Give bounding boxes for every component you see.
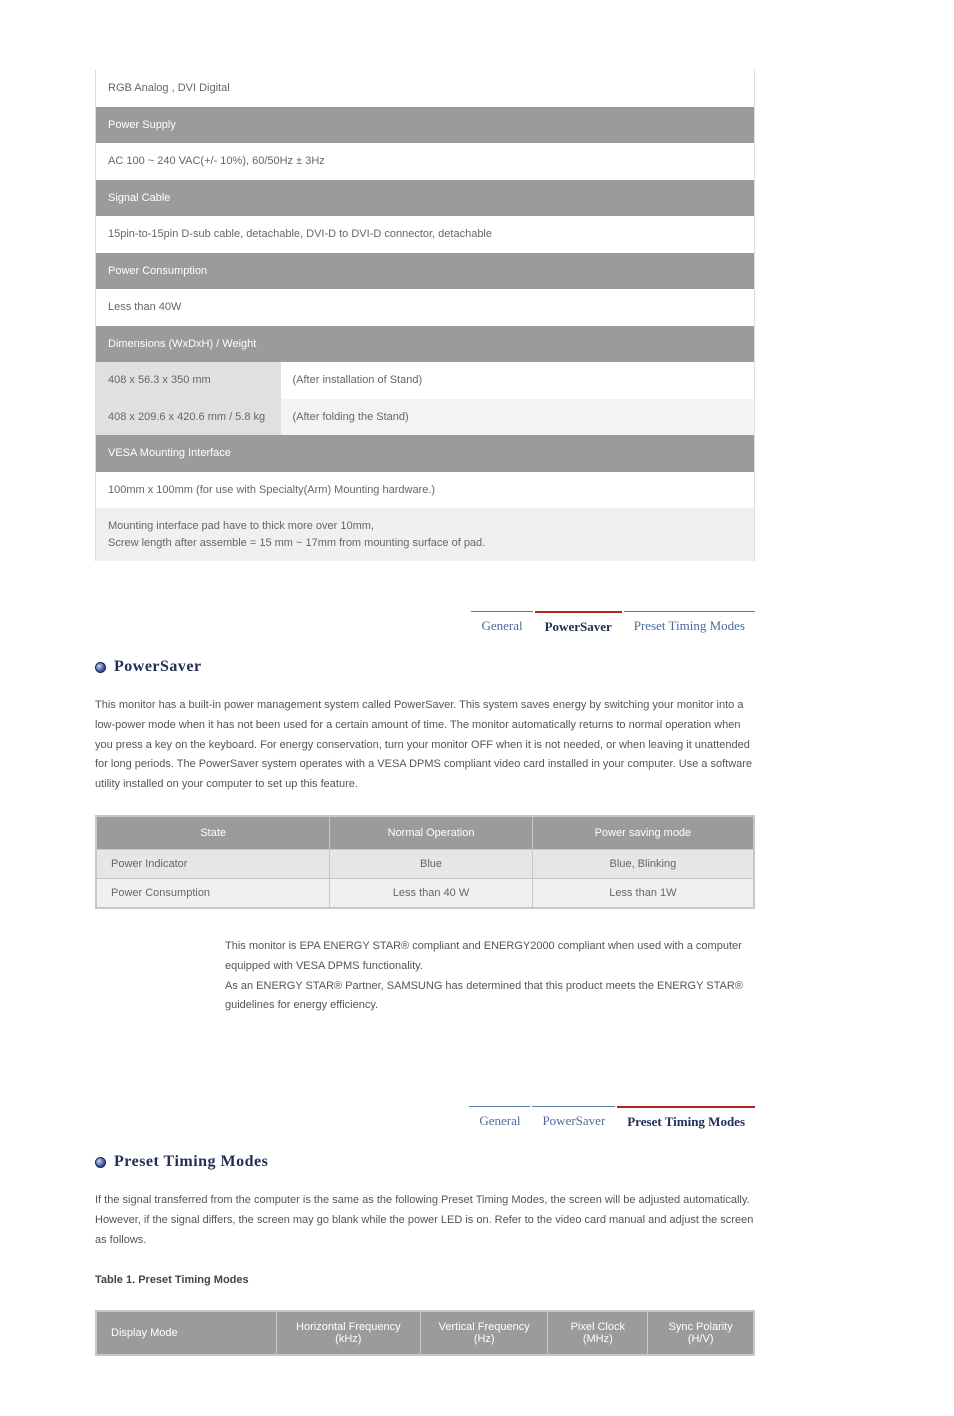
preset-table-title: Table 1. Preset Timing Modes — [95, 1271, 755, 1291]
table-row: 100mm x 100mm (for use with Specialty(Ar… — [96, 472, 755, 509]
pt-th-pixel: Pixel Clock (MHz) — [548, 1311, 648, 1355]
table-row: 408 x 209.6 x 420.6 mm / 5.8 kg(After fo… — [96, 399, 755, 436]
section-heading-2: Preset Timing Modes — [114, 1153, 268, 1171]
tab-powersaver[interactable]: PowerSaver — [535, 611, 622, 640]
tab-preset-timing-2[interactable]: Preset Timing Modes — [617, 1106, 755, 1135]
bullet-icon — [95, 662, 106, 673]
ps-cell: Power Consumption — [96, 878, 330, 908]
ps-cell: Less than 1W — [532, 878, 754, 908]
table-row: Dimensions (WxDxH) / Weight — [96, 326, 755, 363]
table-row: VESA Mounting Interface — [96, 435, 755, 472]
table-row: Less than 40W — [96, 289, 755, 326]
table-row: Power ConsumptionLess than 40 WLess than… — [96, 878, 754, 908]
spec-label: 408 x 209.6 x 420.6 mm / 5.8 kg — [96, 399, 281, 436]
powersaver-table: State Normal Operation Power saving mode… — [95, 815, 755, 909]
ps-cell: Power Indicator — [96, 849, 330, 878]
pt-th-sync: Sync Polarity (H/V) — [648, 1311, 754, 1355]
table-row: Signal Cable — [96, 180, 755, 217]
ps-th-normal: Normal Operation — [330, 816, 532, 850]
tab-powersaver-2[interactable]: PowerSaver — [532, 1106, 615, 1135]
table-row: RGB Analog , DVI Digital — [96, 70, 755, 107]
pt-th-hfreq: Horizontal Frequency (kHz) — [276, 1311, 421, 1355]
section-heading-row: PowerSaver — [95, 658, 859, 676]
spec-value: AC 100 ~ 240 VAC(+/- 10%), 60/50Hz ± 3Hz — [96, 143, 755, 180]
spec-value: 15pin-to-15pin D-sub cable, detachable, … — [96, 216, 755, 253]
table-row: 408 x 56.3 x 350 mm(After installation o… — [96, 362, 755, 399]
table-row: Power Consumption — [96, 253, 755, 290]
spec-value: Mounting interface pad have to thick mor… — [96, 508, 755, 561]
bullet-icon — [95, 1157, 106, 1168]
ps-th-state: State — [96, 816, 330, 850]
spec-value: 100mm x 100mm (for use with Specialty(Ar… — [96, 472, 755, 509]
table-row: Power Supply — [96, 107, 755, 144]
table-row: Power IndicatorBlueBlue, Blinking — [96, 849, 754, 878]
tabs-powersaver: General PowerSaver Preset Timing Modes — [95, 611, 755, 640]
tabs-preset: General PowerSaver Preset Timing Modes — [95, 1106, 755, 1135]
pt-th-vfreq: Vertical Frequency (Hz) — [421, 1311, 548, 1355]
spec-header: VESA Mounting Interface — [96, 435, 755, 472]
section-heading-row-2: Preset Timing Modes — [95, 1153, 859, 1171]
powersaver-description: This monitor has a built-in power manage… — [95, 696, 755, 795]
table-row: AC 100 ~ 240 VAC(+/- 10%), 60/50Hz ± 3Hz — [96, 143, 755, 180]
table-row: 15pin-to-15pin D-sub cable, detachable, … — [96, 216, 755, 253]
spec-label: 408 x 56.3 x 350 mm — [96, 362, 281, 399]
ps-th-saving: Power saving mode — [532, 816, 754, 850]
spec-header: Signal Cable — [96, 180, 755, 217]
spec-value: (After folding the Stand) — [281, 399, 755, 436]
tab-general-2[interactable]: General — [469, 1106, 530, 1135]
ps-cell: Blue — [330, 849, 532, 878]
spec-value: RGB Analog , DVI Digital — [96, 70, 755, 107]
tab-general[interactable]: General — [471, 611, 532, 640]
tab-preset-timing[interactable]: Preset Timing Modes — [624, 611, 755, 640]
powersaver-note: This monitor is EPA ENERGY STAR® complia… — [95, 937, 755, 1016]
spec-header: Power Supply — [96, 107, 755, 144]
preset-timing-table: Display Mode Horizontal Frequency (kHz) … — [95, 1310, 755, 1356]
spec-value: Less than 40W — [96, 289, 755, 326]
spec-header: Power Consumption — [96, 253, 755, 290]
spec-header: Dimensions (WxDxH) / Weight — [96, 326, 755, 363]
section-heading: PowerSaver — [114, 658, 202, 676]
preset-description: If the signal transferred from the compu… — [95, 1191, 755, 1250]
pt-th-display: Display Mode — [96, 1311, 276, 1355]
ps-cell: Blue, Blinking — [532, 849, 754, 878]
specifications-table: RGB Analog , DVI DigitalPower SupplyAC 1… — [95, 70, 755, 561]
ps-cell: Less than 40 W — [330, 878, 532, 908]
spec-value: (After installation of Stand) — [281, 362, 755, 399]
table-row: Mounting interface pad have to thick mor… — [96, 508, 755, 561]
